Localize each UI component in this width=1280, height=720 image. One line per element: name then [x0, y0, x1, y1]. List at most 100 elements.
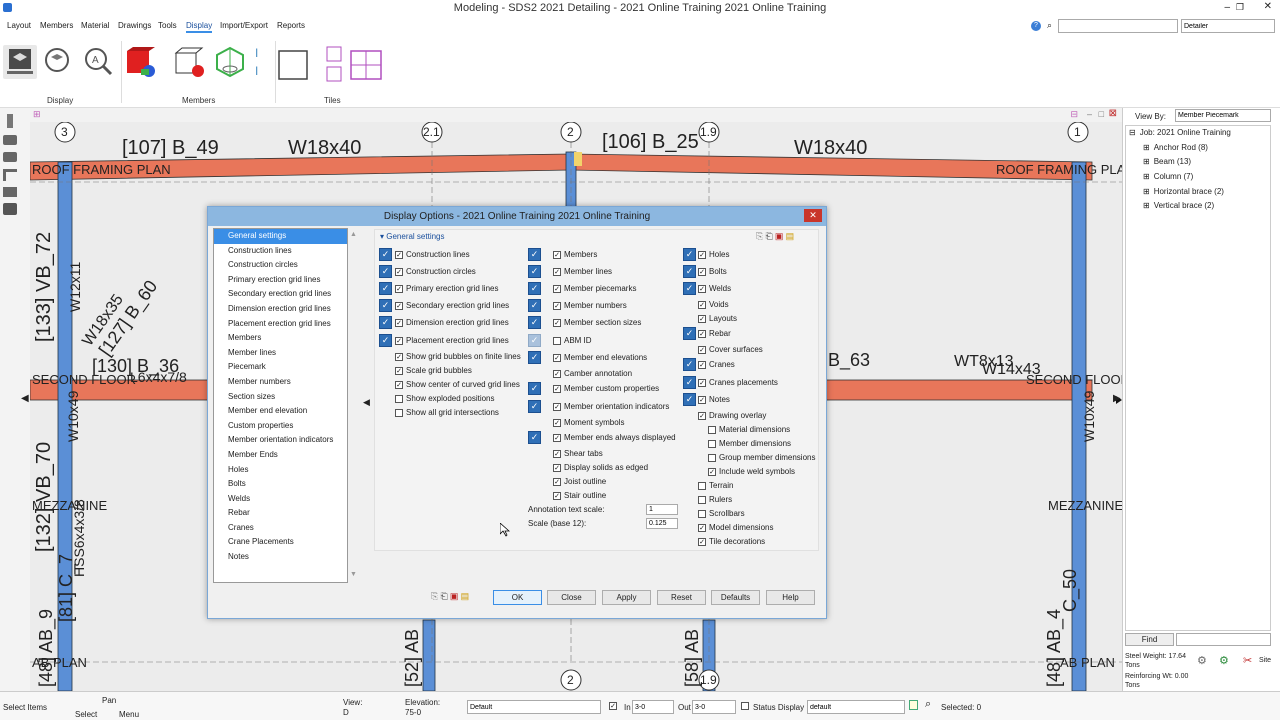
lock-toggle[interactable]: ✓: [683, 248, 696, 261]
close-button[interactable]: Close: [547, 590, 596, 605]
help-icon[interactable]: ?: [1031, 21, 1041, 31]
option-row[interactable]: ✓ Show center of curved grid lines: [395, 380, 520, 389]
category-item[interactable]: Members: [214, 331, 347, 346]
option-checkbox[interactable]: [553, 336, 561, 345]
option-checkbox[interactable]: ✓: [698, 537, 706, 546]
lock-toggle[interactable]: ✓: [683, 327, 696, 340]
annotation-scale-input[interactable]: [646, 504, 678, 515]
lock-toggle[interactable]: ✓: [528, 248, 541, 261]
option-row[interactable]: ✓ Drawing overlay: [698, 411, 766, 420]
lock-toggle[interactable]: ✓: [379, 248, 392, 261]
category-item[interactable]: Member numbers: [214, 375, 347, 390]
option-row[interactable]: ✓ Member numbers: [553, 301, 627, 310]
lock-toggle[interactable]: ✓: [683, 393, 696, 406]
lock-toggle[interactable]: ✓: [379, 316, 392, 329]
lock-toggle[interactable]: ✓: [528, 282, 541, 295]
category-item[interactable]: Section sizes: [214, 390, 347, 405]
option-checkbox[interactable]: ✓: [698, 523, 706, 532]
option-row[interactable]: ✓ Scale grid bubbles: [395, 366, 472, 375]
option-row[interactable]: ✓ Member section sizes: [553, 318, 641, 327]
option-row[interactable]: ✓ Layouts: [698, 314, 737, 323]
defaults-button[interactable]: Defaults: [711, 590, 760, 605]
copy-all-icon[interactable]: ⎘: [431, 591, 438, 601]
option-checkbox[interactable]: ✓: [553, 369, 561, 378]
lock-toggle[interactable]: ✓: [379, 299, 392, 312]
category-item[interactable]: Member lines: [214, 346, 347, 361]
scroll-right-icon[interactable]: ▶: [1113, 393, 1121, 404]
option-checkbox[interactable]: [708, 439, 716, 448]
lock-toggle[interactable]: ✓: [528, 351, 541, 364]
role-select[interactable]: [1181, 19, 1275, 33]
tree-item-anchor-rod[interactable]: ⊞ Anchor Rod (8): [1143, 143, 1208, 152]
category-item[interactable]: Holes: [214, 463, 347, 478]
option-row[interactable]: ✓ Cranes placements: [698, 378, 778, 387]
menu-material[interactable]: Material: [81, 21, 109, 30]
menu-tools[interactable]: Tools: [158, 21, 177, 30]
status-display-checkbox[interactable]: [741, 701, 752, 710]
lock-toggle[interactable]: ✓: [379, 282, 392, 295]
option-row[interactable]: ✓ Notes: [698, 395, 730, 404]
in-input[interactable]: [632, 700, 674, 714]
option-row[interactable]: ✓ Stair outline: [553, 491, 606, 500]
option-checkbox[interactable]: [698, 509, 706, 518]
menu-display[interactable]: Display: [186, 21, 213, 33]
lock-toggle[interactable]: ✓: [528, 400, 541, 413]
scale-input[interactable]: [646, 518, 678, 529]
option-checkbox[interactable]: ✓: [698, 267, 706, 276]
option-row[interactable]: Rulers: [698, 495, 732, 504]
option-row[interactable]: ✓ Member piecemarks: [553, 284, 636, 293]
category-item[interactable]: Placement erection grid lines: [214, 317, 347, 332]
option-row[interactable]: ✓ Cranes: [698, 360, 735, 369]
option-checkbox[interactable]: ✓: [553, 463, 561, 472]
copy-icon[interactable]: ⎘: [756, 231, 763, 241]
option-row[interactable]: Group member dimensions: [708, 453, 815, 462]
option-checkbox[interactable]: ✓: [395, 366, 403, 375]
category-item[interactable]: Cranes: [214, 521, 347, 536]
option-row[interactable]: ✓ Secondary erection grid lines: [395, 301, 509, 310]
option-row[interactable]: ✓ Joist outline: [553, 477, 606, 486]
surface-select[interactable]: [467, 700, 601, 714]
option-checkbox[interactable]: ✓: [395, 284, 403, 293]
lock-toggle[interactable]: ✓: [379, 334, 392, 347]
option-checkbox[interactable]: ✓: [708, 467, 716, 476]
tile-layout-icon[interactable]: ⊟: [1070, 109, 1078, 120]
corner-icon[interactable]: [3, 169, 17, 181]
collapse-left-arrow[interactable]: ◀: [363, 397, 370, 408]
option-row[interactable]: ✓ Members: [553, 250, 597, 259]
zoom-tool-button[interactable]: A: [81, 45, 115, 79]
option-row[interactable]: ✓ Holes: [698, 250, 729, 259]
option-checkbox[interactable]: [395, 408, 403, 417]
option-checkbox[interactable]: ✓: [553, 250, 561, 259]
column-bottom-1[interactable]: [422, 619, 436, 691]
option-row[interactable]: ✓ Camber annotation: [553, 369, 632, 378]
menu-members[interactable]: Members: [40, 21, 73, 30]
option-checkbox[interactable]: ✓: [395, 267, 403, 276]
category-item[interactable]: Crane Placements: [214, 535, 347, 550]
minimize-icon[interactable]: –: [1224, 2, 1230, 13]
apply-button[interactable]: Apply: [602, 590, 651, 605]
camera-2-icon[interactable]: [3, 152, 17, 162]
lock-toggle[interactable]: ✓: [683, 265, 696, 278]
find-input[interactable]: [1176, 633, 1271, 646]
option-checkbox[interactable]: ✓: [553, 267, 561, 276]
lock-toggle[interactable]: ✓: [528, 299, 541, 312]
option-checkbox[interactable]: [698, 481, 706, 490]
category-item[interactable]: Member Ends: [214, 448, 347, 463]
connection-plate[interactable]: [574, 152, 582, 166]
option-checkbox[interactable]: ✓: [698, 314, 706, 323]
option-checkbox[interactable]: ✓: [698, 378, 706, 387]
option-checkbox[interactable]: ✓: [553, 318, 561, 327]
split-vertical-tile-button[interactable]: [325, 45, 343, 85]
option-checkbox[interactable]: ✓: [553, 491, 561, 500]
view-by-select[interactable]: [1175, 109, 1271, 122]
list-scroll-down[interactable]: ▼: [350, 571, 357, 578]
close-window-icon[interactable]: ✕: [1264, 1, 1272, 12]
option-checkbox[interactable]: ✓: [553, 433, 561, 442]
option-checkbox[interactable]: ✓: [553, 353, 561, 362]
option-checkbox[interactable]: ✓: [395, 318, 403, 327]
find-button[interactable]: Find: [1125, 633, 1174, 646]
quad-tile-button[interactable]: [349, 49, 385, 83]
scroll-left-icon[interactable]: ◀: [21, 393, 29, 404]
option-row[interactable]: ✓ Construction circles: [395, 267, 476, 276]
display-options-button[interactable]: [3, 45, 37, 79]
